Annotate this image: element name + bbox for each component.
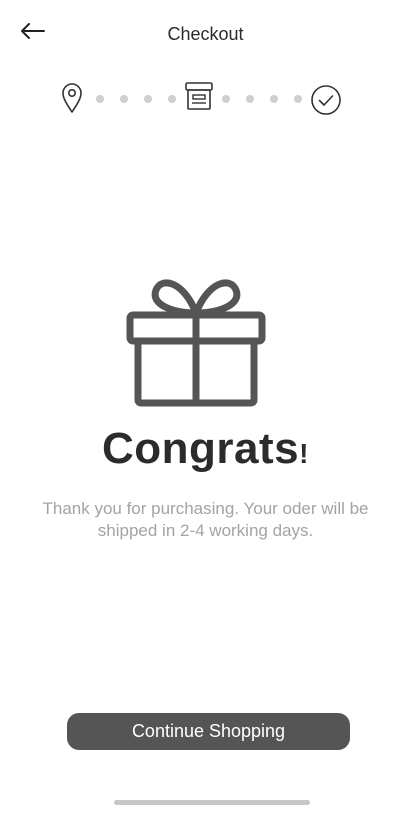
congrats-text: Congrats bbox=[102, 424, 300, 473]
gift-icon bbox=[126, 279, 266, 407]
location-pin-icon bbox=[62, 83, 82, 113]
step-dot bbox=[246, 95, 254, 103]
step-dot bbox=[120, 95, 128, 103]
step-dot bbox=[96, 95, 104, 103]
checkout-stepper bbox=[56, 80, 356, 118]
continue-shopping-button[interactable]: Continue Shopping bbox=[67, 713, 350, 750]
congrats-exclamation: ! bbox=[299, 438, 309, 469]
step-dot bbox=[270, 95, 278, 103]
step-dot bbox=[294, 95, 302, 103]
package-box-icon bbox=[185, 82, 213, 110]
confirmation-message: Thank you for purchasing. Your oder will… bbox=[42, 499, 369, 540]
step-dot bbox=[222, 95, 230, 103]
home-indicator[interactable] bbox=[114, 800, 310, 805]
check-circle-icon bbox=[311, 85, 341, 115]
congrats-heading: Congrats! bbox=[0, 424, 411, 474]
step-dot bbox=[144, 95, 152, 103]
step-dot bbox=[168, 95, 176, 103]
page-title: Checkout bbox=[167, 24, 244, 44]
